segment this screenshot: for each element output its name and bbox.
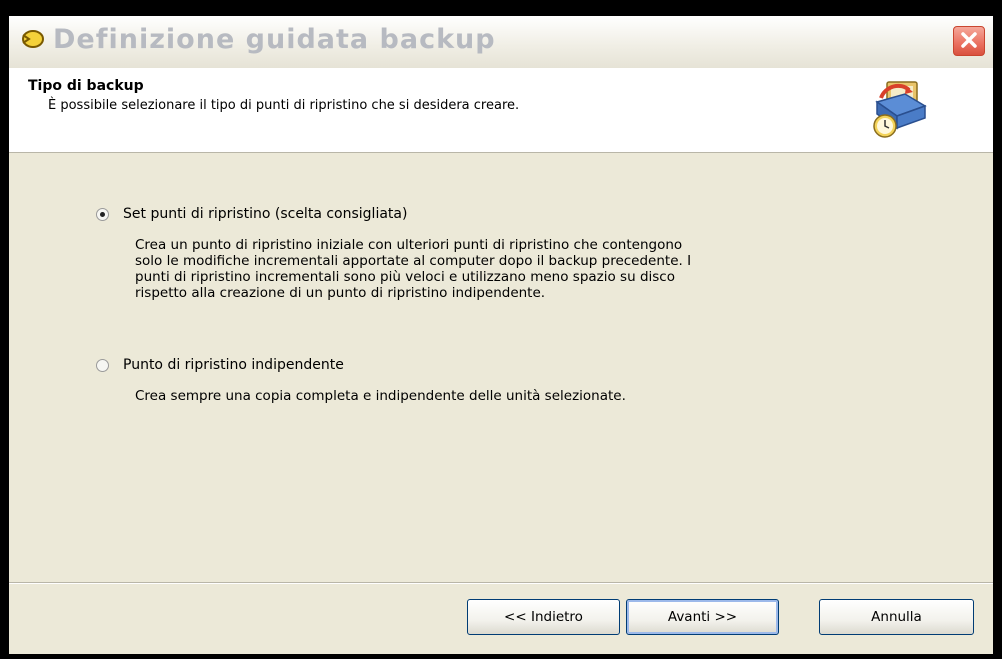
- next-button[interactable]: Avanti >>: [626, 599, 779, 635]
- option-incremental[interactable]: Set punti di ripristino (scelta consigli…: [96, 206, 407, 222]
- backup-clock-icon: [873, 81, 927, 138]
- description-line: rispetto alla creazione di un punto di r…: [135, 285, 546, 301]
- cancel-button[interactable]: Annulla: [819, 599, 974, 635]
- window-title: Definizione guidata backup: [53, 24, 496, 55]
- radio-independent[interactable]: [96, 358, 109, 372]
- title-bar[interactable]: Definizione guidata backup: [9, 16, 993, 69]
- option-independent-description: Crea sempre una copia completa e indipen…: [135, 388, 626, 404]
- header-panel: Tipo di backup È possibile selezionare i…: [9, 68, 993, 153]
- option-incremental-label: Set punti di ripristino (scelta consigli…: [123, 206, 408, 222]
- back-button[interactable]: << Indietro: [467, 599, 620, 635]
- option-incremental-description: Crea un punto di ripristino iniziale con…: [135, 237, 691, 301]
- wizard-window: Definizione guidata backup Tipo di backu…: [9, 16, 993, 654]
- page-description: È possibile selezionare il tipo di punti…: [48, 98, 520, 113]
- description-line: Crea un punto di ripristino iniziale con…: [135, 237, 683, 253]
- option-independent-label: Punto di ripristino indipendente: [123, 357, 344, 373]
- description-line: punti di ripristino incrementali sono pi…: [135, 269, 675, 285]
- radio-incremental[interactable]: [96, 207, 109, 221]
- footer-separator: [9, 582, 993, 584]
- description-line: solo le modifiche incrementali apportate…: [135, 253, 692, 269]
- description-line: Crea sempre una copia completa e indipen…: [135, 388, 626, 404]
- option-independent[interactable]: Punto di ripristino indipendente: [96, 357, 344, 373]
- page-title: Tipo di backup: [28, 78, 144, 94]
- close-icon: [961, 32, 977, 48]
- wizard-icon: [22, 30, 44, 48]
- close-button[interactable]: [953, 26, 985, 56]
